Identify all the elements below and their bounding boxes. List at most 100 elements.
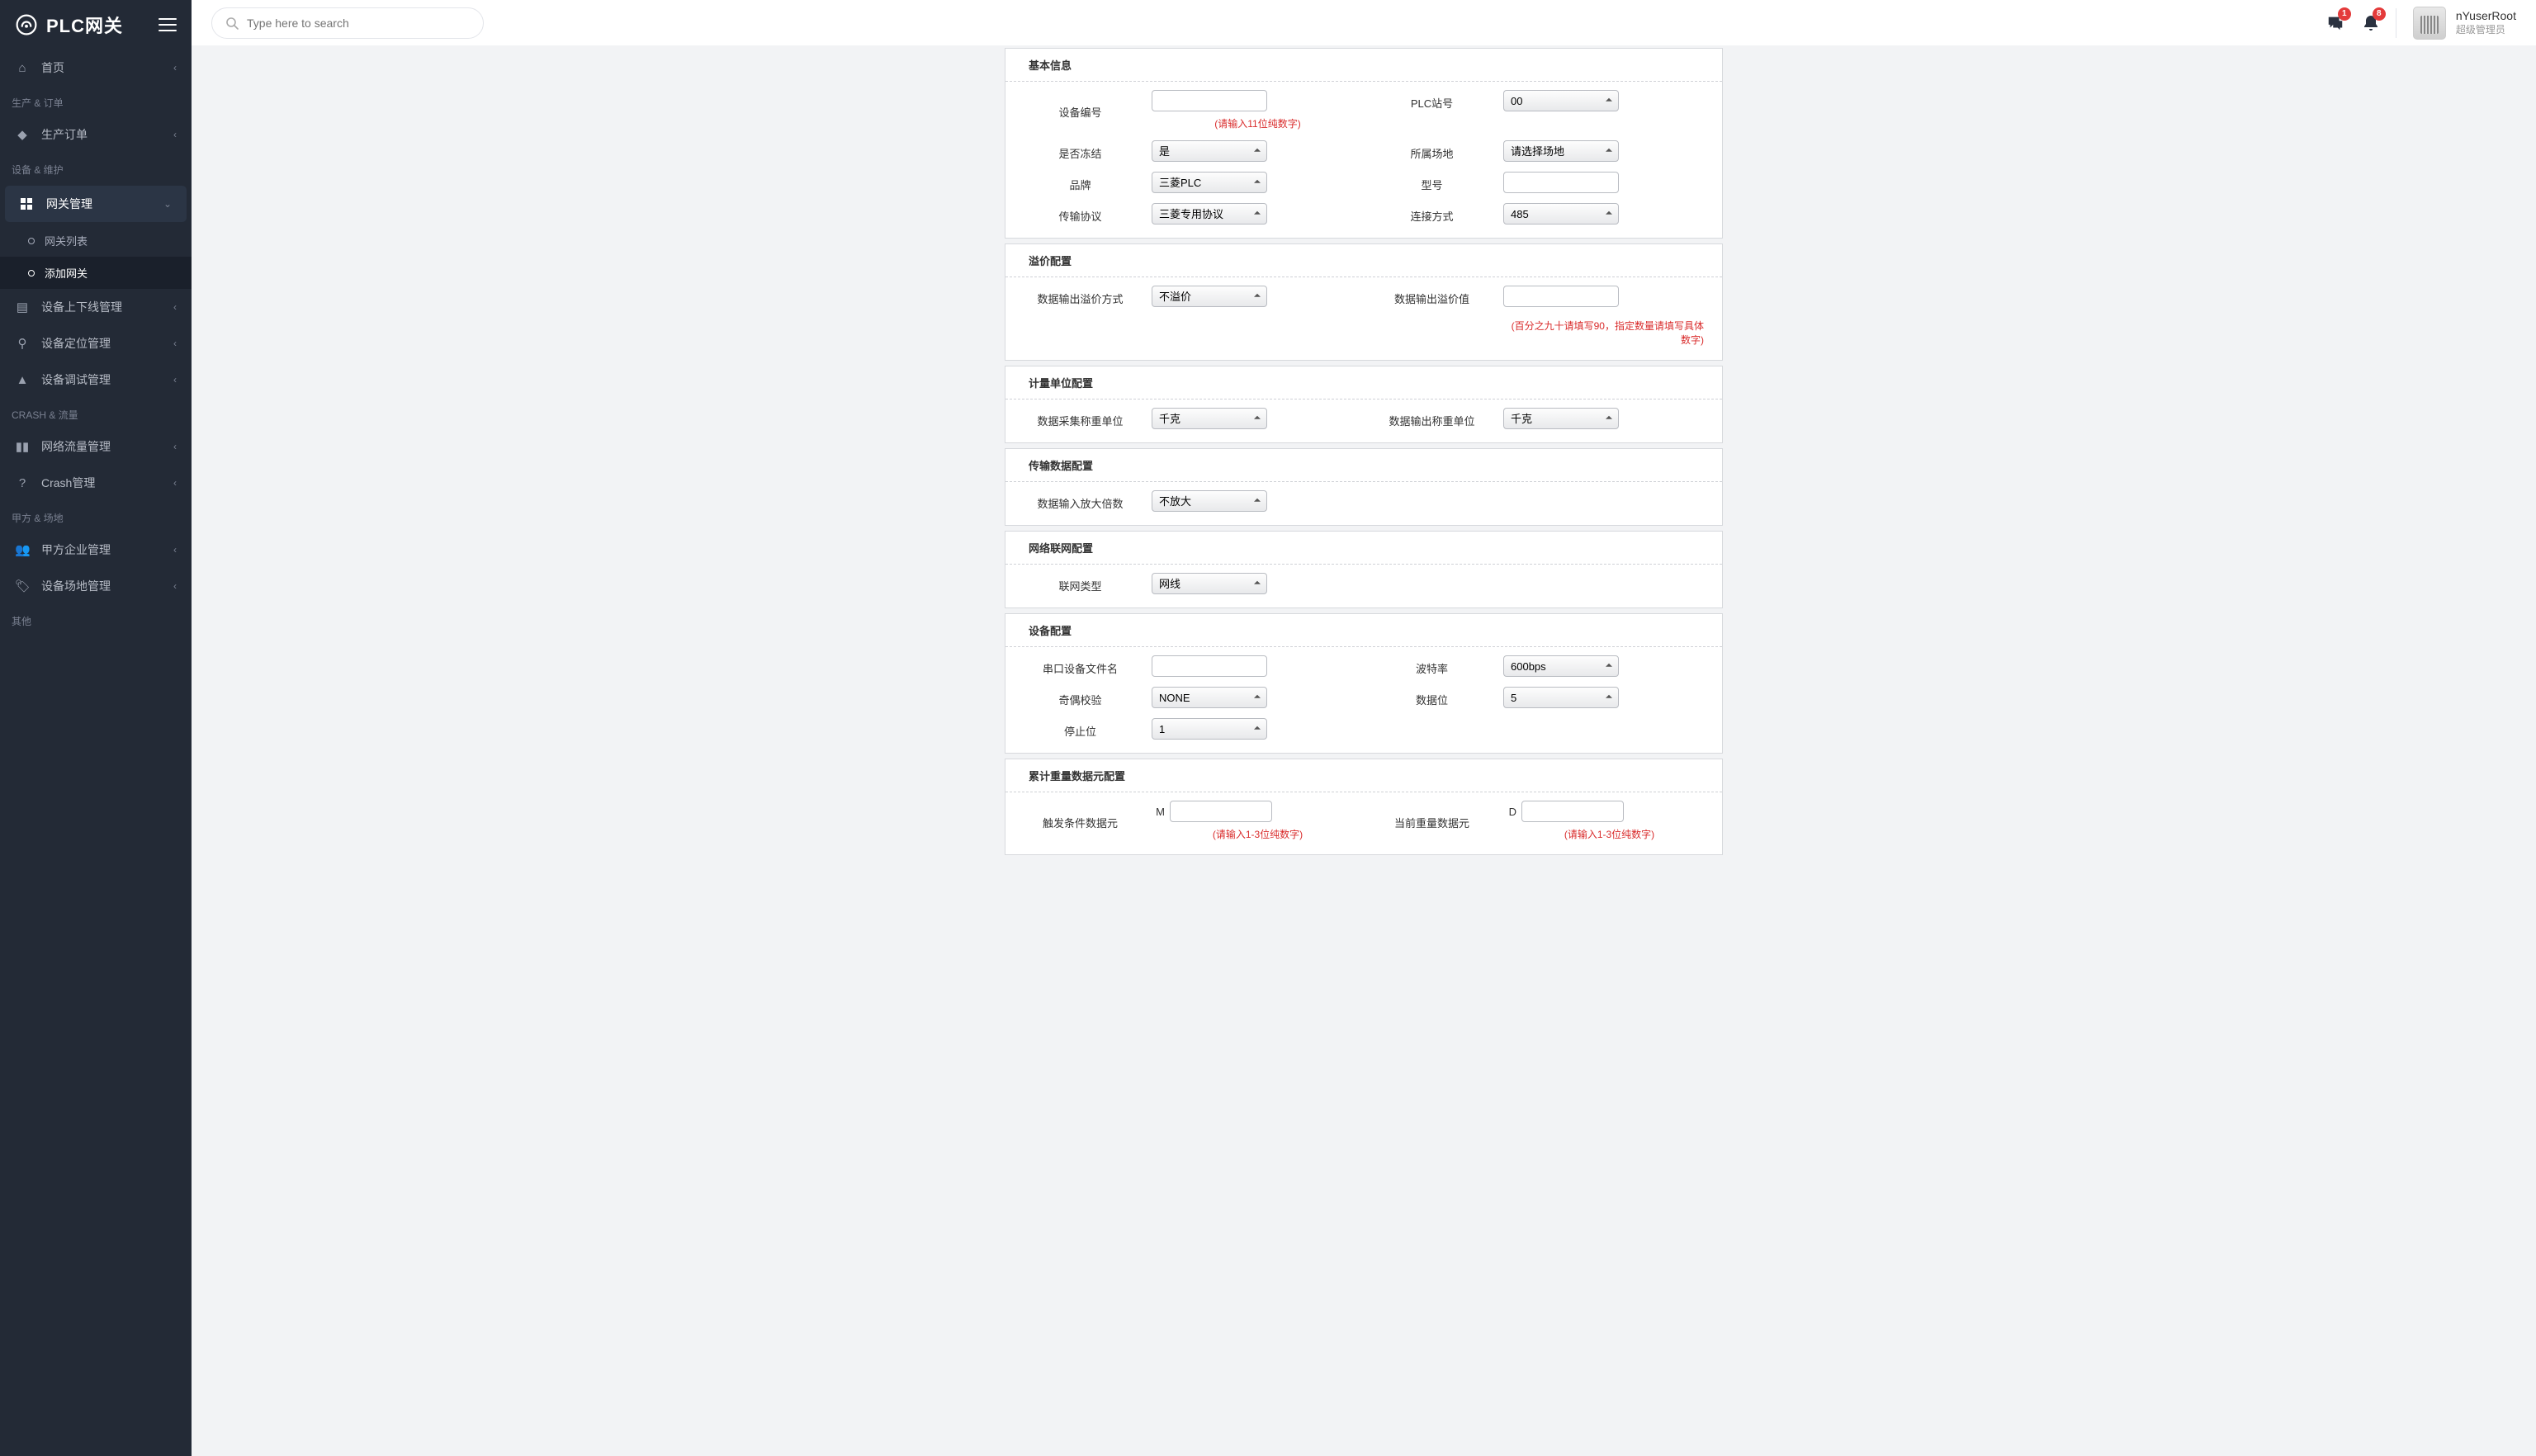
select-brand[interactable]: 三菱PLC xyxy=(1152,172,1267,193)
chevron-left-icon: ‹ xyxy=(173,301,177,313)
nav-prod-orders[interactable]: ◆ 生产订单 ‹ xyxy=(0,116,192,153)
question-icon: ? xyxy=(15,476,30,490)
chevron-left-icon: ‹ xyxy=(173,374,177,385)
label-model: 型号 xyxy=(1364,173,1500,192)
nav-device-site[interactable]: 🏷 设备场地管理 ‹ xyxy=(0,568,192,604)
chevron-left-icon: ‹ xyxy=(173,62,177,73)
select-protocol[interactable]: 三菱专用协议 xyxy=(1152,203,1267,225)
select-parity[interactable]: NONE xyxy=(1152,687,1267,708)
select-output-unit[interactable]: 千克 xyxy=(1503,408,1619,429)
bell-button[interactable]: 8 xyxy=(2363,14,2379,32)
chevron-left-icon: ‹ xyxy=(173,580,177,592)
warning-icon: ▲ xyxy=(15,373,30,387)
hint-trigger-de: (请输入1-3位纯数字) xyxy=(1152,825,1364,841)
input-device-no[interactable] xyxy=(1152,90,1267,111)
circle-icon xyxy=(28,238,35,244)
search-icon xyxy=(225,17,239,30)
pin-icon: ⚲ xyxy=(15,336,30,351)
chevron-down-icon: ⌄ xyxy=(163,198,172,210)
panel-header: 传输数据配置 xyxy=(1005,449,1722,482)
nav-gateway-list[interactable]: 网关列表 xyxy=(0,225,192,257)
main-content: 基本信息 设备编号 (请输入11位纯数字) PLC站号 00 xyxy=(192,45,2536,1456)
nav-section-dev: 设备 & 维护 xyxy=(0,153,192,183)
panel-header: 溢价配置 xyxy=(1005,244,1722,277)
select-frozen[interactable]: 是 xyxy=(1152,140,1267,162)
nav-label: 设备调试管理 xyxy=(41,371,162,388)
nav-device-locate[interactable]: ⚲ 设备定位管理 ‹ xyxy=(0,325,192,362)
select-plc-station[interactable]: 00 xyxy=(1503,90,1619,111)
label-premium-value: 数据输出溢价值 xyxy=(1364,287,1500,306)
nav-section-party: 甲方 & 场地 xyxy=(0,501,192,532)
input-trigger-de[interactable] xyxy=(1170,801,1272,822)
panel-premium: 溢价配置 数据输出溢价方式 不溢价 数据输出溢价值 (百分之九十请填写90，指定… xyxy=(1005,243,1723,361)
nav-label: 甲方企业管理 xyxy=(41,541,162,558)
select-conn[interactable]: 485 xyxy=(1503,203,1619,225)
search-box[interactable] xyxy=(211,7,484,39)
app-title: PLC网关 xyxy=(46,12,123,38)
nav-home[interactable]: ⌂ 首页 ‹ xyxy=(0,50,192,86)
nav-net-traffic[interactable]: ▮▮ 网络流量管理 ‹ xyxy=(0,428,192,465)
user-name: nYuserRoot xyxy=(2456,9,2516,22)
file-icon: ▤ xyxy=(15,300,30,314)
input-premium-value[interactable] xyxy=(1503,286,1619,307)
label-output-unit: 数据输出称重单位 xyxy=(1364,409,1500,428)
nav-label: 生产订单 xyxy=(41,126,162,143)
nav-device-online[interactable]: ▤ 设备上下线管理 ‹ xyxy=(0,289,192,325)
bell-badge: 8 xyxy=(2373,7,2386,21)
nav-gateway-mgmt[interactable]: 网关管理 ⌄ xyxy=(5,186,187,222)
logo-icon xyxy=(15,13,38,36)
select-databits[interactable]: 5 xyxy=(1503,687,1619,708)
label-databits: 数据位 xyxy=(1364,688,1500,707)
prefix-d: D xyxy=(1503,806,1516,818)
nav-device-debug[interactable]: ▲ 设备调试管理 ‹ xyxy=(0,362,192,398)
bars-icon: ▮▮ xyxy=(15,439,30,454)
select-site[interactable]: 请选择场地 xyxy=(1503,140,1619,162)
chevron-left-icon: ‹ xyxy=(173,477,177,489)
logo[interactable]: PLC网关 xyxy=(15,12,123,38)
label-plc-station: PLC站号 xyxy=(1364,92,1500,111)
nav-sub-label: 网关列表 xyxy=(45,233,88,248)
form: 基本信息 设备编号 (请输入11位纯数字) PLC站号 00 xyxy=(1005,48,1723,855)
label-frozen: 是否冻结 xyxy=(1012,142,1148,161)
input-current-wt-de[interactable] xyxy=(1521,801,1624,822)
select-stopbits[interactable]: 1 xyxy=(1152,718,1267,740)
drop-icon: ◆ xyxy=(15,127,30,142)
chevron-left-icon: ‹ xyxy=(173,441,177,452)
nav-label: 设备场地管理 xyxy=(41,578,162,594)
nav-crash-mgmt[interactable]: ? Crash管理 ‹ xyxy=(0,465,192,501)
nav-section-other: 其他 xyxy=(0,604,192,635)
nav-party-org[interactable]: 👥 甲方企业管理 ‹ xyxy=(0,532,192,568)
nav-label: 网络流量管理 xyxy=(41,438,162,455)
select-premium-mode[interactable]: 不溢价 xyxy=(1152,286,1267,307)
nav-gateway-add[interactable]: 添加网关 xyxy=(0,257,192,289)
label-baud: 波特率 xyxy=(1364,657,1500,676)
input-model[interactable] xyxy=(1503,172,1619,193)
topbar: 1 8 nYuserRoot 超级管理员 xyxy=(192,0,2536,45)
panel-header: 网络联网配置 xyxy=(1005,532,1722,565)
nav-label: 网关管理 xyxy=(46,196,152,212)
user-menu[interactable]: nYuserRoot 超级管理员 xyxy=(2413,7,2516,40)
chevron-left-icon: ‹ xyxy=(173,544,177,555)
hamburger-icon[interactable] xyxy=(158,18,177,31)
panel-header: 基本信息 xyxy=(1005,49,1722,82)
panel-unit: 计量单位配置 数据采集称重单位 千克 数据输出称重单位 千克 xyxy=(1005,366,1723,443)
avatar xyxy=(2413,7,2446,40)
select-collect-unit[interactable]: 千克 xyxy=(1152,408,1267,429)
chat-button[interactable]: 1 xyxy=(2326,14,2344,32)
label-collect-unit: 数据采集称重单位 xyxy=(1012,409,1148,428)
select-baud[interactable]: 600bps xyxy=(1503,655,1619,677)
select-net-type[interactable]: 网线 xyxy=(1152,573,1267,594)
panel-header: 累计重量数据元配置 xyxy=(1005,759,1722,792)
panel-net: 网络联网配置 联网类型 网线 xyxy=(1005,531,1723,608)
label-device-no: 设备编号 xyxy=(1012,101,1148,120)
search-input[interactable] xyxy=(247,17,470,30)
hint-device-no: (请输入11位纯数字) xyxy=(1152,115,1364,130)
label-brand: 品牌 xyxy=(1012,173,1148,192)
users-icon: 👥 xyxy=(15,542,30,557)
label-stopbits: 停止位 xyxy=(1012,720,1148,739)
input-serial-file[interactable] xyxy=(1152,655,1267,677)
select-input-scale[interactable]: 不放大 xyxy=(1152,490,1267,512)
chevron-left-icon: ‹ xyxy=(173,338,177,349)
panel-trans: 传输数据配置 数据输入放大倍数 不放大 xyxy=(1005,448,1723,526)
circle-icon xyxy=(28,270,35,277)
